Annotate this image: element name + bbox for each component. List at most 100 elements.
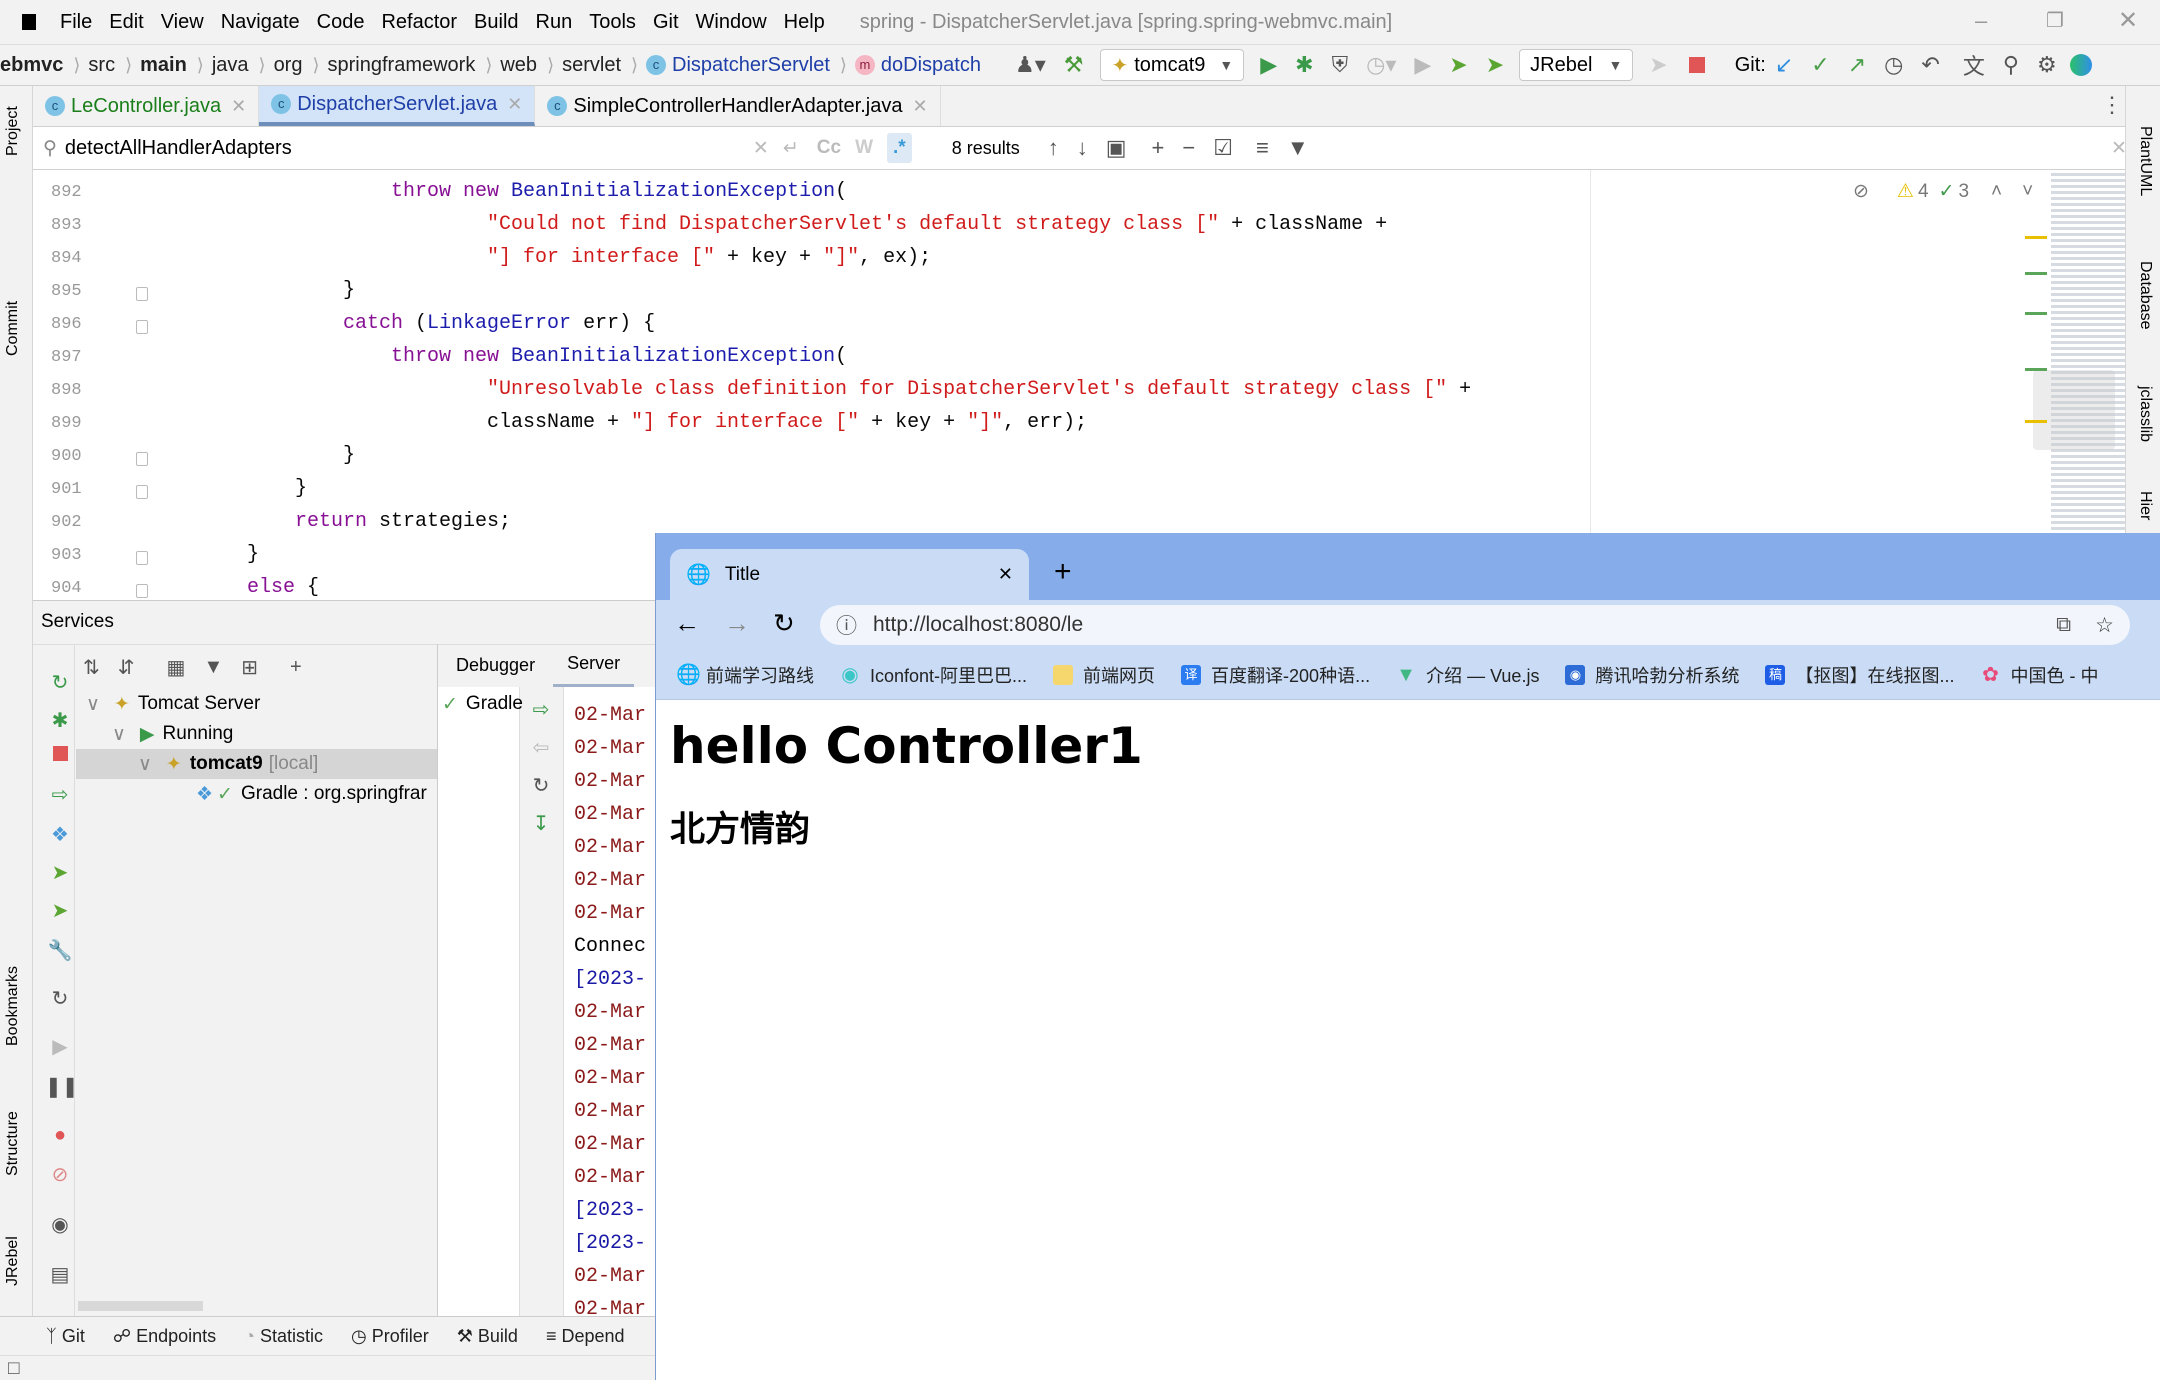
bookmark-item[interactable]: 稿【抠图】在线抠图... bbox=[1765, 662, 1954, 688]
tool-plantuml[interactable]: PlantUML bbox=[2136, 126, 2154, 196]
tool-database[interactable]: Database bbox=[2136, 261, 2154, 330]
tool-commit[interactable]: Commit bbox=[4, 301, 22, 356]
tool-statistic[interactable]: ◔ Statistic bbox=[244, 1326, 323, 1347]
menu-run[interactable]: Run bbox=[536, 11, 573, 34]
fold-marker-icon[interactable] bbox=[136, 452, 148, 466]
more-tabs-icon[interactable]: ⋮ bbox=[2101, 92, 2123, 118]
menu-edit[interactable]: Edit bbox=[109, 11, 143, 34]
jrebel-disabled-icon[interactable]: ➤ bbox=[1649, 52, 1667, 78]
browser-tab[interactable]: 🌐 Title ✕ bbox=[670, 549, 1029, 600]
user-icon[interactable]: ♟▾ bbox=[1015, 52, 1046, 78]
jrebel-select[interactable]: JRebel ▼ bbox=[1519, 49, 1634, 81]
tool-structure[interactable]: Structure bbox=[4, 1111, 22, 1176]
filter-icon[interactable]: ▼ bbox=[1287, 135, 1309, 161]
menu-navigate[interactable]: Navigate bbox=[221, 11, 300, 34]
menu-tools[interactable]: Tools bbox=[589, 11, 636, 34]
next-highlight-icon[interactable]: ˅ bbox=[2022, 181, 2033, 203]
debug-icon[interactable]: ✱ bbox=[45, 708, 75, 733]
breadcrumb-item[interactable]: DispatcherServlet bbox=[672, 54, 830, 77]
git-commit-icon[interactable]: ✓ bbox=[1811, 52, 1829, 78]
breadcrumb-item[interactable]: java bbox=[212, 54, 249, 77]
stop-icon[interactable] bbox=[45, 744, 75, 767]
console-output[interactable]: 02-Mar 02-Mar 02-Mar 02-Mar 02-Mar 02-Mar 02-M… bbox=[563, 687, 655, 1317]
tab-server[interactable]: Server bbox=[553, 643, 635, 687]
clear-search-icon[interactable]: ✕ bbox=[753, 137, 769, 160]
git-update-icon[interactable]: ↙ bbox=[1775, 52, 1793, 78]
coverage-icon[interactable]: ⛨ bbox=[1332, 52, 1349, 78]
minimap-viewport[interactable] bbox=[2033, 370, 2115, 450]
inspection-widget[interactable]: ⊘ ⚠ 4 ✓ 3 ˄ ˅ bbox=[1853, 180, 2033, 203]
bookmark-item[interactable]: ◉ 腾讯哈勃分析系统 bbox=[1565, 662, 1739, 688]
collapse-all-icon[interactable]: ⇵ bbox=[118, 655, 135, 680]
next-occurrence-icon[interactable]: ↓ bbox=[1077, 135, 1088, 161]
close-find-icon[interactable]: ✕ bbox=[2111, 137, 2127, 160]
tool-endpoints[interactable]: ☍ Endpoints bbox=[113, 1326, 216, 1347]
fold-marker-icon[interactable] bbox=[136, 551, 148, 565]
pause-icon[interactable]: ❚❚ bbox=[45, 1074, 79, 1099]
run-icon[interactable]: ▶ bbox=[1260, 52, 1277, 78]
fold-marker-icon[interactable] bbox=[136, 485, 148, 499]
camera-icon[interactable]: ◉ bbox=[45, 1212, 75, 1237]
expand-all-icon[interactable]: ⇅ bbox=[83, 655, 100, 680]
breadcrumb-item[interactable]: servlet bbox=[562, 54, 621, 77]
refresh-icon[interactable]: ↻ bbox=[45, 986, 75, 1011]
bookmark-item[interactable]: ▼ 介绍 — Vue.js bbox=[1396, 662, 1539, 688]
menu-file[interactable]: File bbox=[60, 11, 92, 34]
history-icon[interactable]: ◷ bbox=[1884, 52, 1903, 78]
breadcrumb-item[interactable]: web bbox=[500, 54, 537, 77]
close-window-button[interactable]: ✕ bbox=[2118, 6, 2138, 35]
rollback-icon[interactable]: ↶ bbox=[1921, 52, 1939, 78]
jrebel-run-icon[interactable]: ➤ bbox=[1449, 52, 1467, 78]
code-with-me-icon[interactable] bbox=[2069, 54, 2092, 76]
share-icon[interactable]: ⧉ bbox=[2056, 613, 2071, 637]
menu-refactor[interactable]: Refactor bbox=[381, 11, 457, 34]
site-info-icon[interactable]: ⓘ bbox=[836, 610, 857, 640]
new-tab-button[interactable]: + bbox=[1054, 555, 1072, 589]
previous-occurrence-icon[interactable]: ↑ bbox=[1048, 135, 1059, 161]
match-case-toggle[interactable]: Cc bbox=[817, 137, 841, 159]
forward-button[interactable]: → bbox=[724, 608, 750, 639]
menu-git[interactable]: Git bbox=[653, 11, 679, 34]
find-input[interactable] bbox=[64, 136, 745, 160]
build-hammer-icon[interactable]: ⚒ bbox=[1064, 52, 1084, 78]
tool-git[interactable]: ᛉ Git bbox=[46, 1326, 85, 1347]
jrebel-debug-icon[interactable]: ➤ bbox=[1486, 52, 1504, 78]
search-icon[interactable]: ⚲ bbox=[2003, 52, 2019, 78]
deploy-icon[interactable]: ⇨ bbox=[45, 782, 75, 807]
hide-icon[interactable]: ⊘ bbox=[1853, 180, 1869, 203]
git-push-icon[interactable]: ↗ bbox=[1848, 52, 1866, 78]
jrebel-debug-icon[interactable]: ➤ bbox=[45, 898, 75, 923]
tree-item-running[interactable]: ∨ ▶ Running bbox=[112, 719, 233, 749]
bookmark-star-icon[interactable]: ☆ bbox=[2095, 613, 2114, 638]
deployment-item[interactable]: ✓ Gradle bbox=[442, 689, 523, 719]
add-service-icon[interactable]: + bbox=[290, 656, 302, 679]
menu-build[interactable]: Build bbox=[474, 11, 518, 34]
breakpoints-icon[interactable]: ● bbox=[45, 1124, 75, 1147]
breadcrumb-item[interactable]: doDispatch bbox=[881, 54, 981, 77]
tool-jclasslib[interactable]: jclasslib bbox=[2136, 386, 2154, 442]
attach-icon[interactable]: ▶ bbox=[1414, 52, 1431, 78]
bookmark-item[interactable]: ✿ 中国色 - 中 bbox=[1980, 662, 2098, 688]
jrebel-run-icon[interactable]: ➤ bbox=[45, 860, 75, 885]
bookmark-item[interactable]: 🌐 前端学习路线 bbox=[676, 662, 814, 688]
breadcrumb-item[interactable]: src bbox=[88, 54, 115, 77]
previous-highlight-icon[interactable]: ˄ bbox=[1991, 181, 2002, 203]
rerun-icon[interactable]: ↻ bbox=[45, 670, 75, 695]
close-tab-icon[interactable]: ✕ bbox=[998, 564, 1013, 585]
reload-button[interactable]: ↻ bbox=[773, 608, 795, 639]
tab-dispatcherservlet[interactable]: c DispatcherServlet.java ✕ bbox=[259, 86, 536, 126]
group-by-icon[interactable]: ▦ bbox=[167, 655, 186, 680]
menu-view[interactable]: View bbox=[161, 11, 204, 34]
new-tab-icon[interactable]: ⊞ bbox=[241, 655, 258, 680]
bookmark-item[interactable]: 前端网页 bbox=[1053, 662, 1155, 688]
close-tab-icon[interactable]: ✕ bbox=[231, 96, 246, 117]
newline-icon[interactable]: ↵ bbox=[783, 137, 799, 160]
regex-toggle[interactable]: .* bbox=[887, 133, 912, 163]
tool-build[interactable]: ⚒ Build bbox=[457, 1326, 518, 1347]
menu-code[interactable]: Code bbox=[317, 11, 365, 34]
tab-simplecontrollerhandleradapter[interactable]: c SimpleControllerHandlerAdapter.java ✕ bbox=[535, 86, 941, 126]
tool-windows-icon[interactable]: □ bbox=[8, 1358, 19, 1380]
refresh-icon[interactable]: ↻ bbox=[526, 773, 556, 798]
tab-lecontroller[interactable]: c LeController.java ✕ bbox=[33, 86, 260, 126]
undeploy-icon[interactable]: ⇦ bbox=[526, 735, 556, 760]
